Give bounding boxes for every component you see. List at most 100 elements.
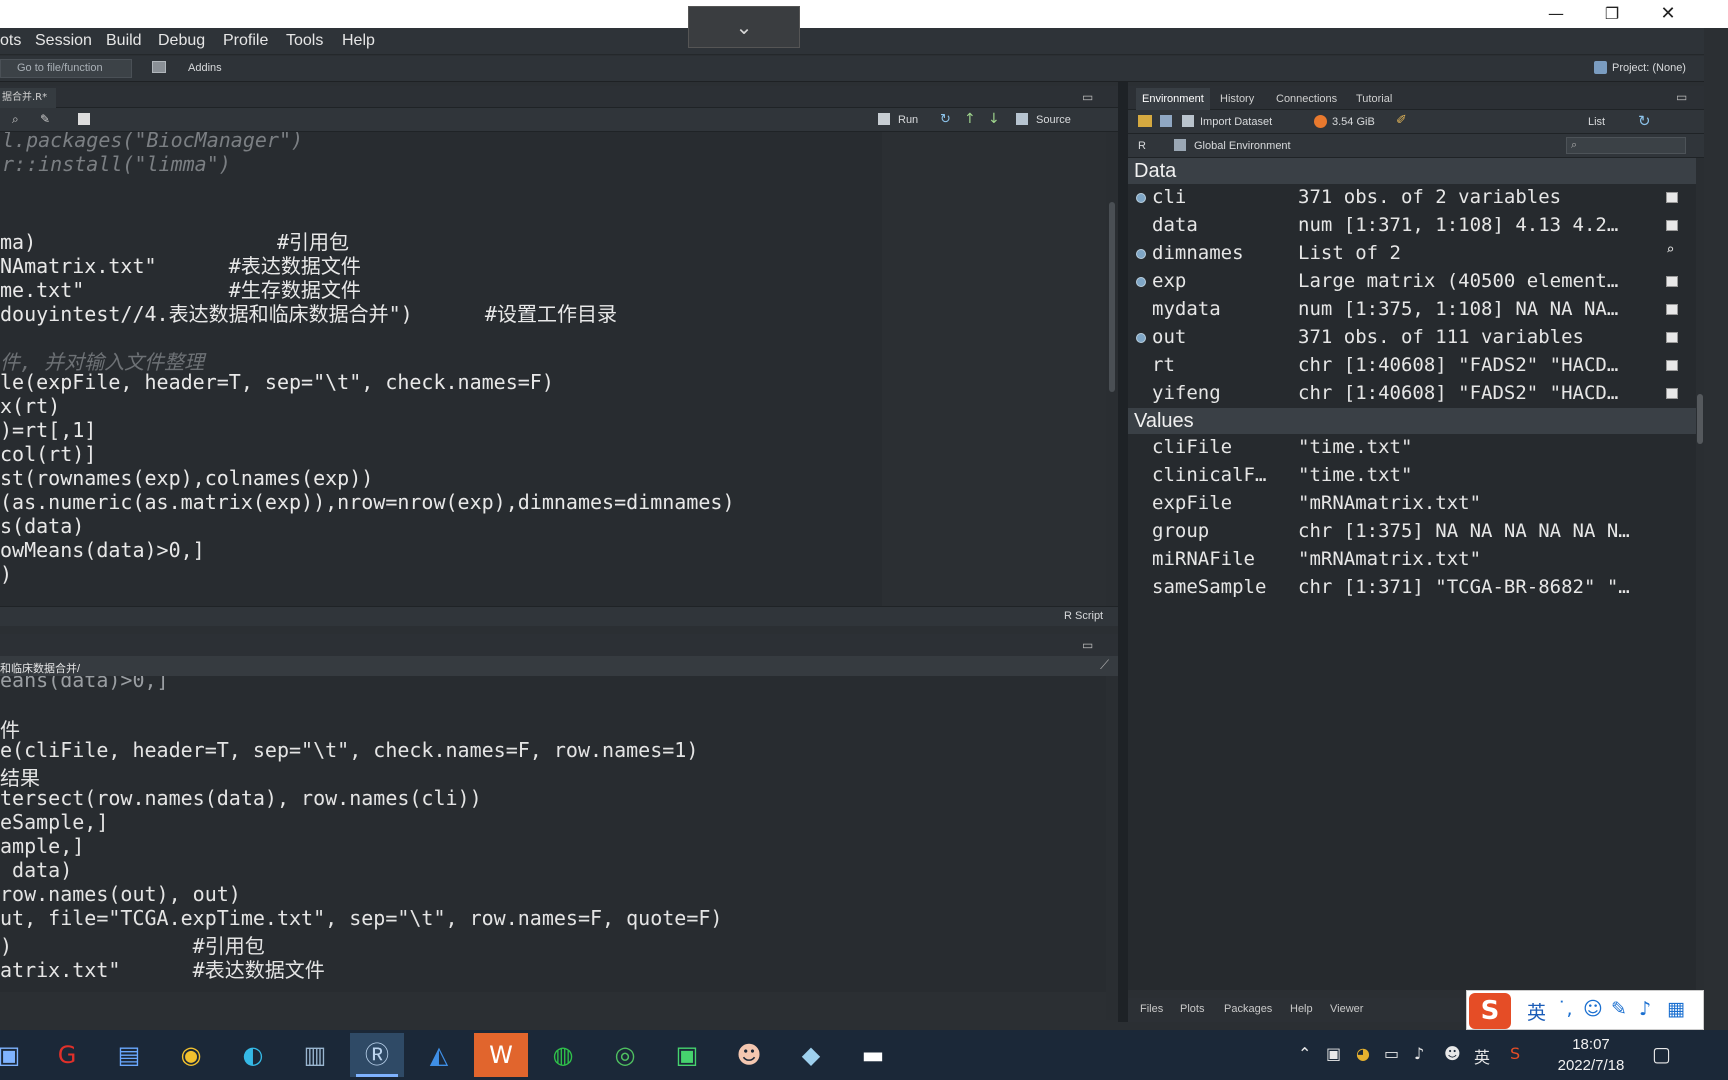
down-arrow-icon[interactable]: ↓ bbox=[988, 111, 1000, 127]
grid-icon[interactable] bbox=[152, 61, 166, 73]
tab-connections[interactable]: Connections bbox=[1270, 88, 1343, 110]
restore-button[interactable]: ❐ bbox=[1584, 0, 1640, 28]
expand-icon[interactable] bbox=[1136, 277, 1146, 287]
taskbar-app-icon[interactable]: G bbox=[40, 1033, 94, 1077]
magnifier-icon[interactable]: ⌕ bbox=[1666, 242, 1674, 258]
input-language-indicator[interactable]: 英 bbox=[1474, 1044, 1490, 1068]
import-dataset-button[interactable]: Import Dataset bbox=[1200, 116, 1272, 128]
close-button[interactable]: ✕ bbox=[1640, 0, 1696, 28]
rerun-icon[interactable]: ↻ bbox=[940, 112, 951, 127]
editor-scrollbar[interactable] bbox=[1106, 132, 1118, 606]
console-scrollbar[interactable] bbox=[1106, 676, 1118, 1020]
tab-source-file[interactable]: 据合并.R* bbox=[0, 88, 56, 108]
env-row[interactable]: data num [1:371, 1:108] 4.13 4.2… bbox=[1128, 212, 1696, 240]
project-menu[interactable]: Project: (None) bbox=[1612, 62, 1686, 74]
view-table-icon[interactable] bbox=[1666, 192, 1678, 203]
ime-language-toggle[interactable]: 英 bbox=[1527, 998, 1546, 1025]
expand-icon[interactable] bbox=[1136, 333, 1146, 343]
environment-scrollbar[interactable] bbox=[1696, 158, 1704, 990]
terminal-icon[interactable]: ▬ bbox=[846, 1033, 900, 1077]
env-row[interactable]: rt chr [1:40608] "FADS2" "HACD… bbox=[1128, 352, 1696, 380]
taskbar-app-icon[interactable]: ▣ bbox=[0, 1033, 36, 1077]
open-folder-icon[interactable] bbox=[1138, 115, 1152, 127]
punctuation-icon[interactable]: ˙, bbox=[1557, 998, 1573, 1020]
maximize-pane-icon[interactable]: ▭ bbox=[1676, 90, 1687, 104]
tab-packages[interactable]: Packages bbox=[1224, 1003, 1272, 1015]
volume-icon[interactable]: ♪ bbox=[1414, 1044, 1424, 1063]
expand-icon[interactable] bbox=[1136, 193, 1146, 203]
sogou-tray-icon[interactable]: S bbox=[1510, 1044, 1520, 1063]
view-table-icon[interactable] bbox=[1666, 304, 1678, 315]
env-row[interactable]: mydata num [1:375, 1:108] NA NA NA… bbox=[1128, 296, 1696, 324]
view-table-icon[interactable] bbox=[1666, 360, 1678, 371]
env-row[interactable]: dimnames List of 2 ⌕ bbox=[1128, 240, 1696, 268]
taskbar-app-icon[interactable]: ◆ bbox=[784, 1033, 838, 1077]
go-to-file-input[interactable]: Go to file/function bbox=[0, 59, 132, 78]
file-type-menu[interactable]: R Script bbox=[1064, 610, 1103, 622]
scope-menu[interactable]: Global Environment bbox=[1194, 140, 1291, 152]
compile-report-icon[interactable] bbox=[78, 113, 90, 125]
env-row[interactable]: yifeng chr [1:40608] "FADS2" "HACD… bbox=[1128, 380, 1696, 408]
tray-overflow-icon[interactable]: ⌃ bbox=[1298, 1044, 1311, 1063]
env-row[interactable]: miRNAFile "mRNAmatrix.txt" bbox=[1128, 546, 1696, 574]
taskbar-clock[interactable]: 18:07 2022/7/18 bbox=[1546, 1034, 1636, 1076]
rstudio-icon[interactable]: Ⓡ bbox=[350, 1033, 404, 1077]
tab-history[interactable]: History bbox=[1214, 88, 1260, 110]
taskbar-app-icon[interactable]: ▥ bbox=[288, 1033, 342, 1077]
tray-app-icon[interactable]: ▣ bbox=[1326, 1044, 1341, 1063]
wechat-icon[interactable]: ◍ bbox=[536, 1033, 590, 1077]
tab-plots[interactable]: Plots bbox=[1180, 1003, 1204, 1015]
env-row[interactable]: expFile "mRNAmatrix.txt" bbox=[1128, 490, 1696, 518]
menu-item-profile[interactable]: Profile bbox=[223, 32, 268, 50]
pycharm-icon[interactable]: ▣ bbox=[660, 1033, 714, 1077]
save-icon[interactable] bbox=[1160, 115, 1172, 127]
broom-icon[interactable]: ✐ bbox=[1396, 113, 1407, 128]
tray-app-icon[interactable]: ◕ bbox=[1356, 1044, 1370, 1063]
run-icon[interactable] bbox=[878, 113, 890, 125]
taskbar-file-icon[interactable]: ▤ bbox=[102, 1033, 156, 1077]
minimize-pane-icon[interactable]: ▭ bbox=[1082, 90, 1093, 104]
view-mode-menu[interactable]: List bbox=[1588, 116, 1605, 128]
menu-item-code[interactable]: ots bbox=[0, 32, 21, 50]
env-row[interactable]: out 371 obs. of 111 variables bbox=[1128, 324, 1696, 352]
search-icon[interactable]: ⌕ bbox=[12, 112, 19, 127]
menu-item-debug[interactable]: Debug bbox=[158, 32, 205, 50]
view-table-icon[interactable] bbox=[1666, 388, 1678, 399]
tab-help[interactable]: Help bbox=[1290, 1003, 1313, 1015]
expand-icon[interactable] bbox=[1136, 249, 1146, 259]
microphone-icon[interactable]: ♪ bbox=[1639, 998, 1651, 1020]
addins-button[interactable]: Addins bbox=[188, 62, 222, 74]
clear-console-icon[interactable]: ⟋ bbox=[1100, 658, 1109, 673]
tab-files[interactable]: Files bbox=[1140, 1003, 1163, 1015]
env-row[interactable]: sameSample chr [1:371] "TCGA-BR-8682" "… bbox=[1128, 574, 1696, 602]
notification-icon[interactable]: ▢ bbox=[1652, 1042, 1671, 1066]
env-row[interactable]: cli 371 obs. of 2 variables bbox=[1128, 184, 1696, 212]
toolbox-icon[interactable]: ▦ bbox=[1667, 998, 1685, 1020]
menu-item-build[interactable]: Build bbox=[106, 32, 142, 50]
tray-app-icon[interactable]: ☻ bbox=[1444, 1044, 1461, 1063]
view-table-icon[interactable] bbox=[1666, 332, 1678, 343]
maximize-pane-icon[interactable]: ▭ bbox=[1082, 638, 1093, 652]
taskbar-app-icon[interactable]: ◭ bbox=[412, 1033, 466, 1077]
refresh-icon[interactable]: ↻ bbox=[1638, 112, 1651, 130]
network-icon[interactable]: ▭ bbox=[1384, 1044, 1399, 1063]
import-dataset-icon[interactable] bbox=[1182, 115, 1194, 127]
taskbar-app-icon[interactable]: ◎ bbox=[598, 1033, 652, 1077]
menu-item-help[interactable]: Help bbox=[342, 32, 375, 50]
env-row[interactable]: clinicalF… "time.txt" bbox=[1128, 462, 1696, 490]
menu-item-session[interactable]: Session bbox=[35, 32, 92, 50]
console-output[interactable]: eans(data)>0,] 件 e(cliFile, header=T, se… bbox=[0, 676, 1106, 992]
wps-icon[interactable]: W bbox=[474, 1033, 528, 1077]
avatar-app-icon[interactable]: ☻ bbox=[722, 1033, 776, 1077]
view-table-icon[interactable] bbox=[1666, 220, 1678, 231]
tab-tutorial[interactable]: Tutorial bbox=[1350, 88, 1398, 110]
view-table-icon[interactable] bbox=[1666, 276, 1678, 287]
minimize-button[interactable]: — bbox=[1528, 0, 1584, 28]
scroll-thumb[interactable] bbox=[1109, 202, 1115, 392]
source-icon[interactable] bbox=[1016, 113, 1028, 125]
pane-splitter[interactable] bbox=[1118, 82, 1128, 1022]
source-button[interactable]: Source bbox=[1036, 114, 1071, 126]
edge-icon[interactable]: ◐ bbox=[226, 1033, 280, 1077]
tab-viewer[interactable]: Viewer bbox=[1330, 1003, 1363, 1015]
collapse-chevron-icon[interactable]: ⌄ bbox=[688, 6, 800, 48]
